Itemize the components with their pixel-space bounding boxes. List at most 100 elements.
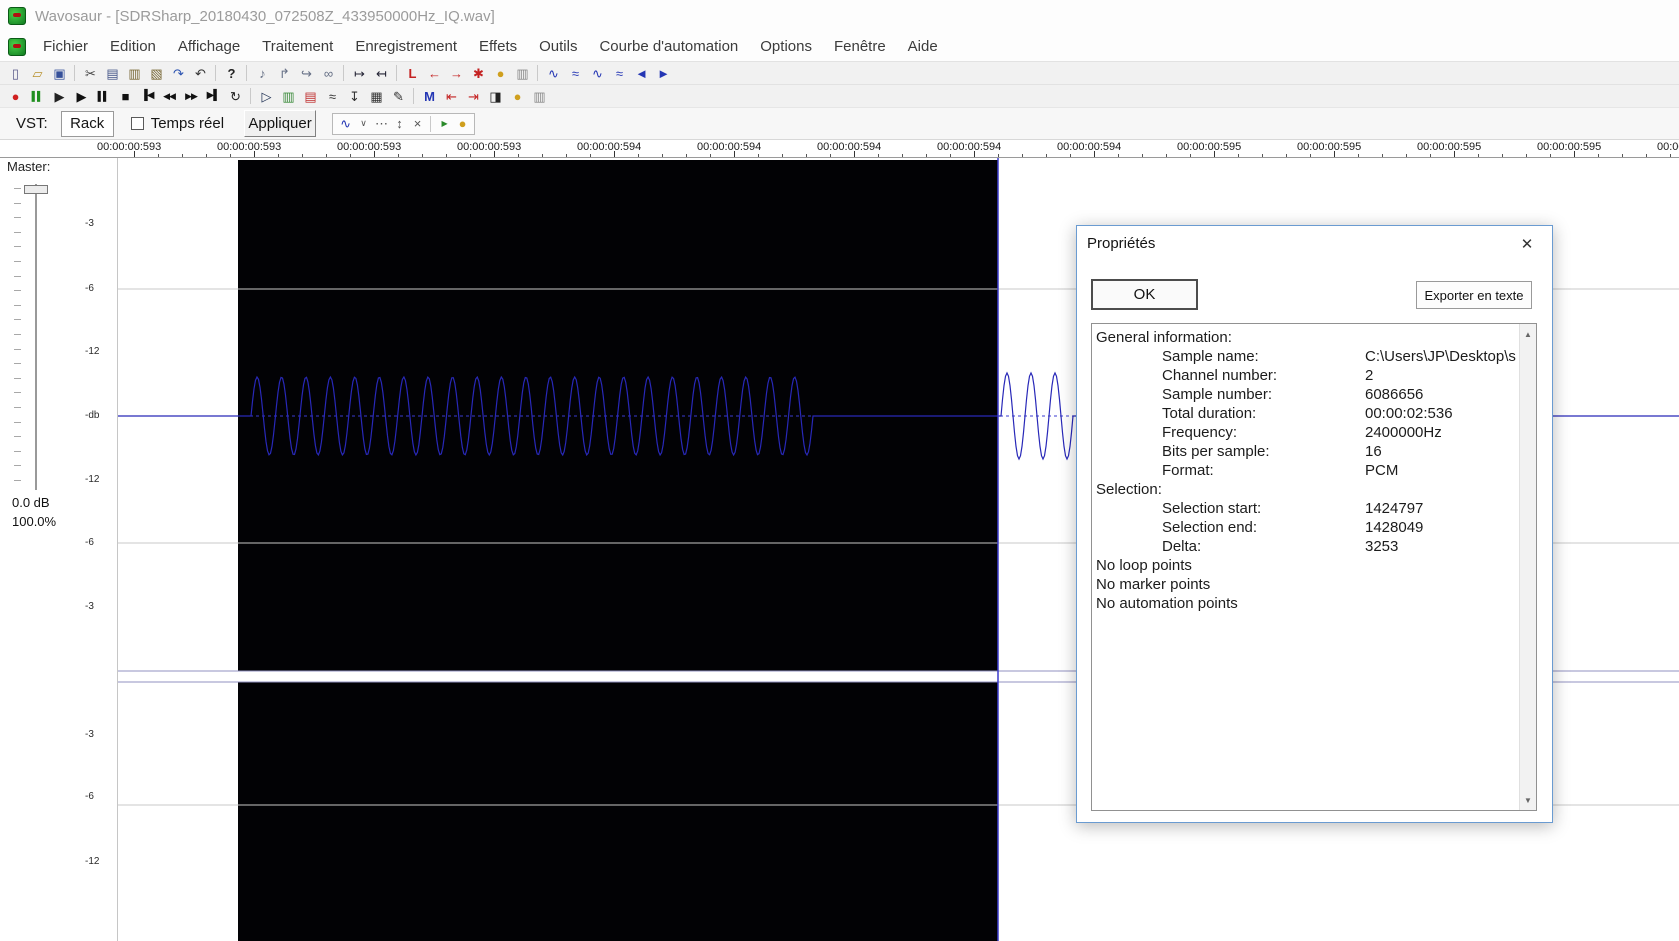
property-label: Sample name:: [1162, 348, 1259, 365]
link-channels-button[interactable]: ∞: [317, 64, 339, 83]
timeline-tick: [1598, 154, 1599, 157]
timeline-label: 00:00:00:594: [697, 141, 762, 153]
delete-button[interactable]: ▥: [528, 87, 550, 106]
channel-right-button[interactable]: ⇥: [462, 87, 484, 106]
menu-options[interactable]: Options: [749, 34, 823, 59]
pause-button[interactable]: ▌▌: [92, 87, 114, 106]
normalize-button[interactable]: ↧: [343, 87, 365, 106]
menu-outils[interactable]: Outils: [528, 34, 588, 59]
timeline-tick: [1046, 154, 1047, 157]
scroll-up-icon[interactable]: ▲: [1520, 326, 1536, 342]
bounce-button[interactable]: ↱: [273, 64, 295, 83]
channel-left-button[interactable]: ⇤: [440, 87, 462, 106]
menu-aide[interactable]: Aide: [897, 34, 949, 59]
loop-playback-button[interactable]: ↻: [224, 87, 246, 106]
titlebar: Wavosaur - [SDRSharp_20180430_072508Z_43…: [0, 0, 1679, 32]
timeline-tick: [1118, 154, 1119, 157]
cut-button[interactable]: ✂: [79, 64, 101, 83]
stop-button[interactable]: ■: [114, 87, 136, 106]
close-icon[interactable]: ✕: [1514, 233, 1540, 255]
menu-affichage[interactable]: Affichage: [167, 34, 251, 59]
undo-button[interactable]: ↶: [189, 64, 211, 83]
monitor-input-button[interactable]: ▌▌: [26, 87, 48, 106]
statistics-button[interactable]: ▥: [277, 87, 299, 106]
more-icon[interactable]: ⋯: [372, 114, 390, 133]
timeline-ruler[interactable]: 00:00:00:593 00:00:00:593 00:00:00:593 00:0…: [0, 140, 1679, 158]
record-button[interactable]: ●: [4, 87, 26, 106]
snap-left-button[interactable]: ↦: [348, 64, 370, 83]
lock-markers-button[interactable]: ●: [489, 64, 511, 83]
audio-hardware-button[interactable]: ♪: [251, 64, 273, 83]
master-slider-thumb[interactable]: [24, 185, 48, 194]
timeline-tick: [1574, 151, 1575, 157]
menu-enregistrement[interactable]: Enregistrement: [344, 34, 468, 59]
midi-marker-button[interactable]: M: [418, 87, 440, 106]
play-button[interactable]: ▶: [70, 87, 92, 106]
realtime-checkbox[interactable]: [130, 117, 144, 130]
apply-button[interactable]: Appliquer: [244, 110, 317, 137]
rewind-button[interactable]: ◀◀: [158, 87, 180, 106]
menu-traitement[interactable]: Traitement: [251, 34, 344, 59]
new-file-button[interactable]: ▯: [4, 64, 26, 83]
master-slider-tick: [14, 465, 21, 467]
redo-button[interactable]: ↷: [167, 64, 189, 83]
loop-marker-button[interactable]: L: [401, 64, 423, 83]
menu-effets[interactable]: Effets: [468, 34, 528, 59]
automation-curve-icon[interactable]: ∿: [336, 114, 354, 133]
timeline-tick: [278, 154, 279, 157]
paste-mix-button[interactable]: ▧: [145, 64, 167, 83]
marker-next-button[interactable]: →: [445, 64, 467, 83]
menu-courbe-d-automation[interactable]: Courbe d'automation: [588, 34, 749, 59]
play-from-cursor-button[interactable]: ▶: [48, 87, 70, 106]
export-text-button[interactable]: Exporter en texte: [1416, 281, 1532, 309]
batch-convert-button[interactable]: ↪: [295, 64, 317, 83]
selection-region[interactable]: [238, 682, 998, 941]
go-start-button[interactable]: ▐◀: [136, 87, 158, 106]
zoom-out-button[interactable]: ∿: [586, 64, 608, 83]
invert-channel-button[interactable]: ◨: [484, 87, 506, 106]
copy-button[interactable]: ▤: [101, 64, 123, 83]
lock-button[interactable]: ●: [506, 87, 528, 106]
rack-button[interactable]: Rack: [60, 110, 114, 137]
help-button[interactable]: ?: [220, 64, 242, 83]
insert-play-button[interactable]: ▷: [255, 87, 277, 106]
scroll-down-icon[interactable]: ▼: [1520, 792, 1536, 808]
save-file-button[interactable]: ▣: [48, 64, 70, 83]
log-button[interactable]: ▤: [299, 87, 321, 106]
open-file-button[interactable]: ▱: [26, 64, 48, 83]
view-next-button[interactable]: ►: [652, 64, 674, 83]
master-slider-track[interactable]: [35, 184, 37, 490]
menu-edition[interactable]: Edition: [99, 34, 167, 59]
marker-all-button[interactable]: ✱: [467, 64, 489, 83]
timeline-label: 00:00:00:595: [1537, 141, 1602, 153]
zoom-selection-button[interactable]: ∿: [542, 64, 564, 83]
dropdown-icon[interactable]: ∨: [354, 114, 372, 133]
lock-curve-icon[interactable]: ●: [453, 114, 471, 133]
timeline-tick: [1382, 154, 1383, 157]
grid-button[interactable]: ▦: [365, 87, 387, 106]
preview-icon[interactable]: ▶: [435, 114, 453, 133]
property-label: Format:: [1162, 462, 1214, 479]
ok-button[interactable]: OK: [1091, 279, 1198, 310]
marker-prev-button[interactable]: ←: [423, 64, 445, 83]
snap-right-button[interactable]: ↤: [370, 64, 392, 83]
master-slider-tick: [14, 319, 21, 321]
zoom-in-button[interactable]: ≈: [564, 64, 586, 83]
master-slider-tick: [14, 304, 21, 306]
timeline-tick: [590, 154, 591, 157]
menu-fichier[interactable]: Fichier: [32, 34, 99, 59]
zoom-all-button[interactable]: ≈: [608, 64, 630, 83]
vst-label: VST:: [16, 115, 48, 132]
go-end-button[interactable]: ▶▌: [202, 87, 224, 106]
delete-markers-button[interactable]: ▥: [511, 64, 533, 83]
forward-button[interactable]: ▶▶: [180, 87, 202, 106]
draw-wave-button[interactable]: ✎: [387, 87, 409, 106]
paste-button[interactable]: ▥: [123, 64, 145, 83]
close-curve-icon[interactable]: ×: [408, 114, 426, 133]
menu-fenetre[interactable]: Fenêtre: [823, 34, 897, 59]
resize-icon[interactable]: ↕: [390, 114, 408, 133]
view-prev-button[interactable]: ◄: [630, 64, 652, 83]
dialog-scrollbar[interactable]: ▲ ▼: [1519, 324, 1536, 810]
fit-wave-button[interactable]: ≈: [321, 87, 343, 106]
master-slider-tick: [14, 407, 21, 408]
